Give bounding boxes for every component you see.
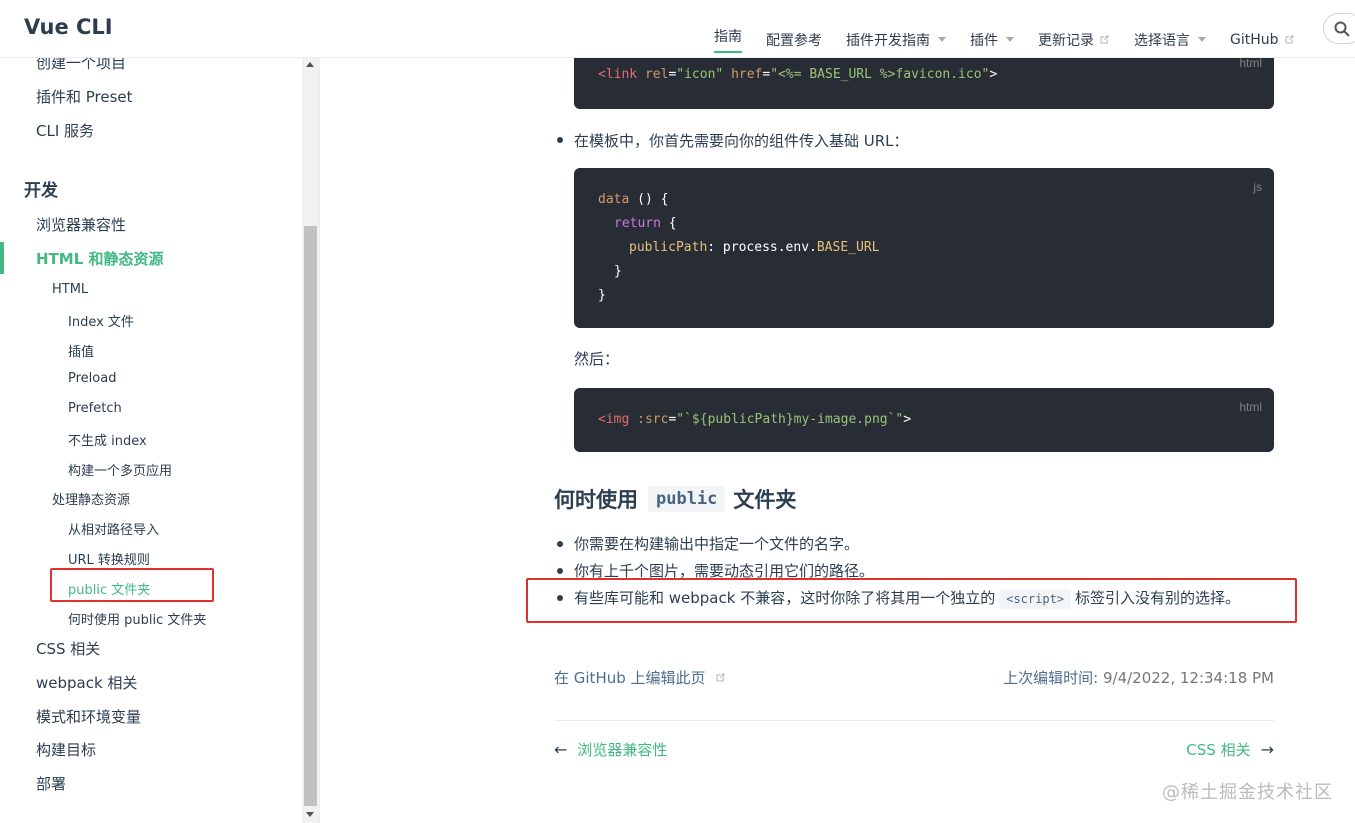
external-link-icon (1100, 35, 1109, 44)
nav-label: 配置参考 (766, 32, 822, 49)
sidebar-item-index-file[interactable]: Index 文件 (68, 311, 134, 330)
nav-item-config[interactable]: 配置参考 (766, 0, 822, 58)
code-block-js: js data () { return { publicPath: proces… (574, 168, 1274, 328)
sidebar-item-css[interactable]: CSS 相关 (36, 638, 100, 659)
bullet-icon (557, 541, 563, 547)
nav-label: 更新记录 (1038, 32, 1094, 49)
arrow-right-icon: → (1260, 740, 1274, 759)
search-icon (1334, 21, 1350, 37)
heading-inline-code: public (648, 486, 726, 512)
sidebar-item-plugins-preset[interactable]: 插件和 Preset (36, 86, 133, 107)
edit-on-github-link[interactable]: 在 GitHub 上编辑此页 (554, 667, 726, 688)
code-line: return { (614, 216, 677, 231)
code-block-html-img: html <img :src="`${publicPath}my-image.p… (574, 388, 1274, 452)
arrow-left-icon: ← (554, 740, 568, 759)
nav-item-changelog[interactable]: 更新记录 (1038, 0, 1110, 58)
last-updated-label: 上次编辑时间: (1003, 669, 1099, 687)
scroll-up-arrow-icon[interactable] (306, 62, 314, 67)
sidebar-item-prefetch[interactable]: Prefetch (68, 401, 122, 416)
bullet-icon (557, 137, 563, 143)
sidebar-item-preload[interactable]: Preload (68, 371, 116, 386)
nav-item-plugins[interactable]: 插件 (970, 0, 1014, 58)
last-updated: 上次编辑时间: 9/4/2022, 12:34:18 PM (1003, 667, 1274, 688)
sidebar-item-relative-import[interactable]: 从相对路径导入 (68, 519, 159, 538)
sidebar-item-html[interactable]: HTML (52, 282, 88, 297)
nav-label: 指南 (714, 26, 742, 53)
heading-text: 文件夹 (733, 488, 797, 512)
paragraph: 在模板中，你首先需要向你的组件传入基础 URL： (574, 132, 909, 150)
code-line: <link rel="icon" href="<%= BASE_URL %>fa… (598, 67, 998, 82)
sidebar-item-multipage[interactable]: 构建一个多页应用 (68, 460, 172, 479)
last-updated-value: 9/4/2022, 12:34:18 PM (1102, 669, 1274, 687)
chevron-down-icon (938, 37, 946, 42)
sidebar-item-modes-env[interactable]: 模式和环境变量 (36, 706, 141, 727)
scrollbar-thumb[interactable] (304, 226, 317, 806)
code-language-label: html (1239, 400, 1262, 414)
sidebar-item-no-index[interactable]: 不生成 index (68, 430, 147, 449)
prev-page-link[interactable]: ← 浏览器兼容性 (554, 739, 667, 760)
site-name[interactable]: Vue CLI (24, 15, 113, 39)
navbar: Vue CLI 指南 配置参考 插件开发指南 插件 更新记录 选择语言 GitH… (0, 0, 1355, 58)
code-line: data () { (598, 192, 669, 207)
external-link-icon (716, 673, 724, 682)
sidebar-item-cli-service[interactable]: CLI 服务 (36, 120, 94, 141)
sidebar-group-title[interactable]: 开发 (24, 176, 58, 201)
sidebar-item-create-project[interactable]: 创建一个项目 (36, 58, 126, 73)
nav-item-plugin-dev[interactable]: 插件开发指南 (846, 0, 946, 58)
external-link-icon (1285, 35, 1293, 44)
sidebar-item-deploy[interactable]: 部署 (36, 773, 66, 794)
nav-links: 指南 配置参考 插件开发指南 插件 更新记录 选择语言 GitHub (714, 0, 1319, 58)
nav-label: GitHub (1230, 31, 1279, 48)
scroll-down-arrow-icon[interactable] (306, 812, 314, 817)
code-line: } (614, 264, 622, 279)
sidebar-item-webpack[interactable]: webpack 相关 (36, 672, 137, 693)
highlight-box (50, 568, 214, 602)
active-indicator (0, 242, 4, 274)
code-line: } (598, 288, 606, 303)
nav-label: 插件 (970, 32, 998, 49)
section-heading: 何时使用 public 文件夹 (554, 484, 796, 514)
watermark: @稀土掘金技术社区 (1162, 782, 1333, 803)
bullet-icon (557, 568, 563, 574)
sidebar-item-when-public[interactable]: 何时使用 public 文件夹 (68, 609, 206, 628)
code-line: <img :src="`${publicPath}my-image.png`"> (598, 412, 912, 427)
paragraph: 然后： (574, 350, 620, 368)
next-page-label: CSS 相关 (1186, 741, 1251, 759)
nav-item-github[interactable]: GitHub (1230, 0, 1295, 58)
sidebar: 创建一个项目 插件和 Preset CLI 服务 开发 浏览器兼容性 HTML … (0, 58, 320, 823)
nav-label: 选择语言 (1134, 32, 1190, 49)
code-line: publicPath: process.env.BASE_URL (629, 240, 880, 255)
chevron-down-icon (1198, 37, 1206, 42)
edit-link-label: 在 GitHub 上编辑此页 (554, 669, 706, 687)
chevron-down-icon (1006, 37, 1014, 42)
highlight-box (526, 578, 1297, 623)
nav-item-language[interactable]: 选择语言 (1134, 0, 1206, 58)
heading-text: 何时使用 (554, 488, 638, 512)
sidebar-item-interpolation[interactable]: 插值 (68, 341, 94, 360)
nav-item-guide[interactable]: 指南 (714, 0, 742, 58)
sidebar-item-build-targets[interactable]: 构建目标 (36, 739, 96, 760)
next-page-link[interactable]: CSS 相关 → (1186, 739, 1274, 760)
code-language-label: html (1239, 56, 1262, 70)
nav-label: 插件开发指南 (846, 32, 930, 49)
sidebar-item-static-assets[interactable]: 处理静态资源 (52, 489, 130, 508)
sidebar-item-html-static[interactable]: HTML 和静态资源 (36, 248, 164, 269)
prev-page-label: 浏览器兼容性 (577, 741, 668, 759)
sidebar-item-url-rules[interactable]: URL 转换规则 (68, 549, 150, 568)
list-item: 你需要在构建输出中指定一个文件的名字。 (574, 535, 860, 553)
code-language-label: js (1253, 180, 1262, 194)
sidebar-item-browser-compat[interactable]: 浏览器兼容性 (36, 214, 126, 235)
search-input[interactable] (1323, 13, 1355, 44)
divider (554, 720, 1274, 721)
